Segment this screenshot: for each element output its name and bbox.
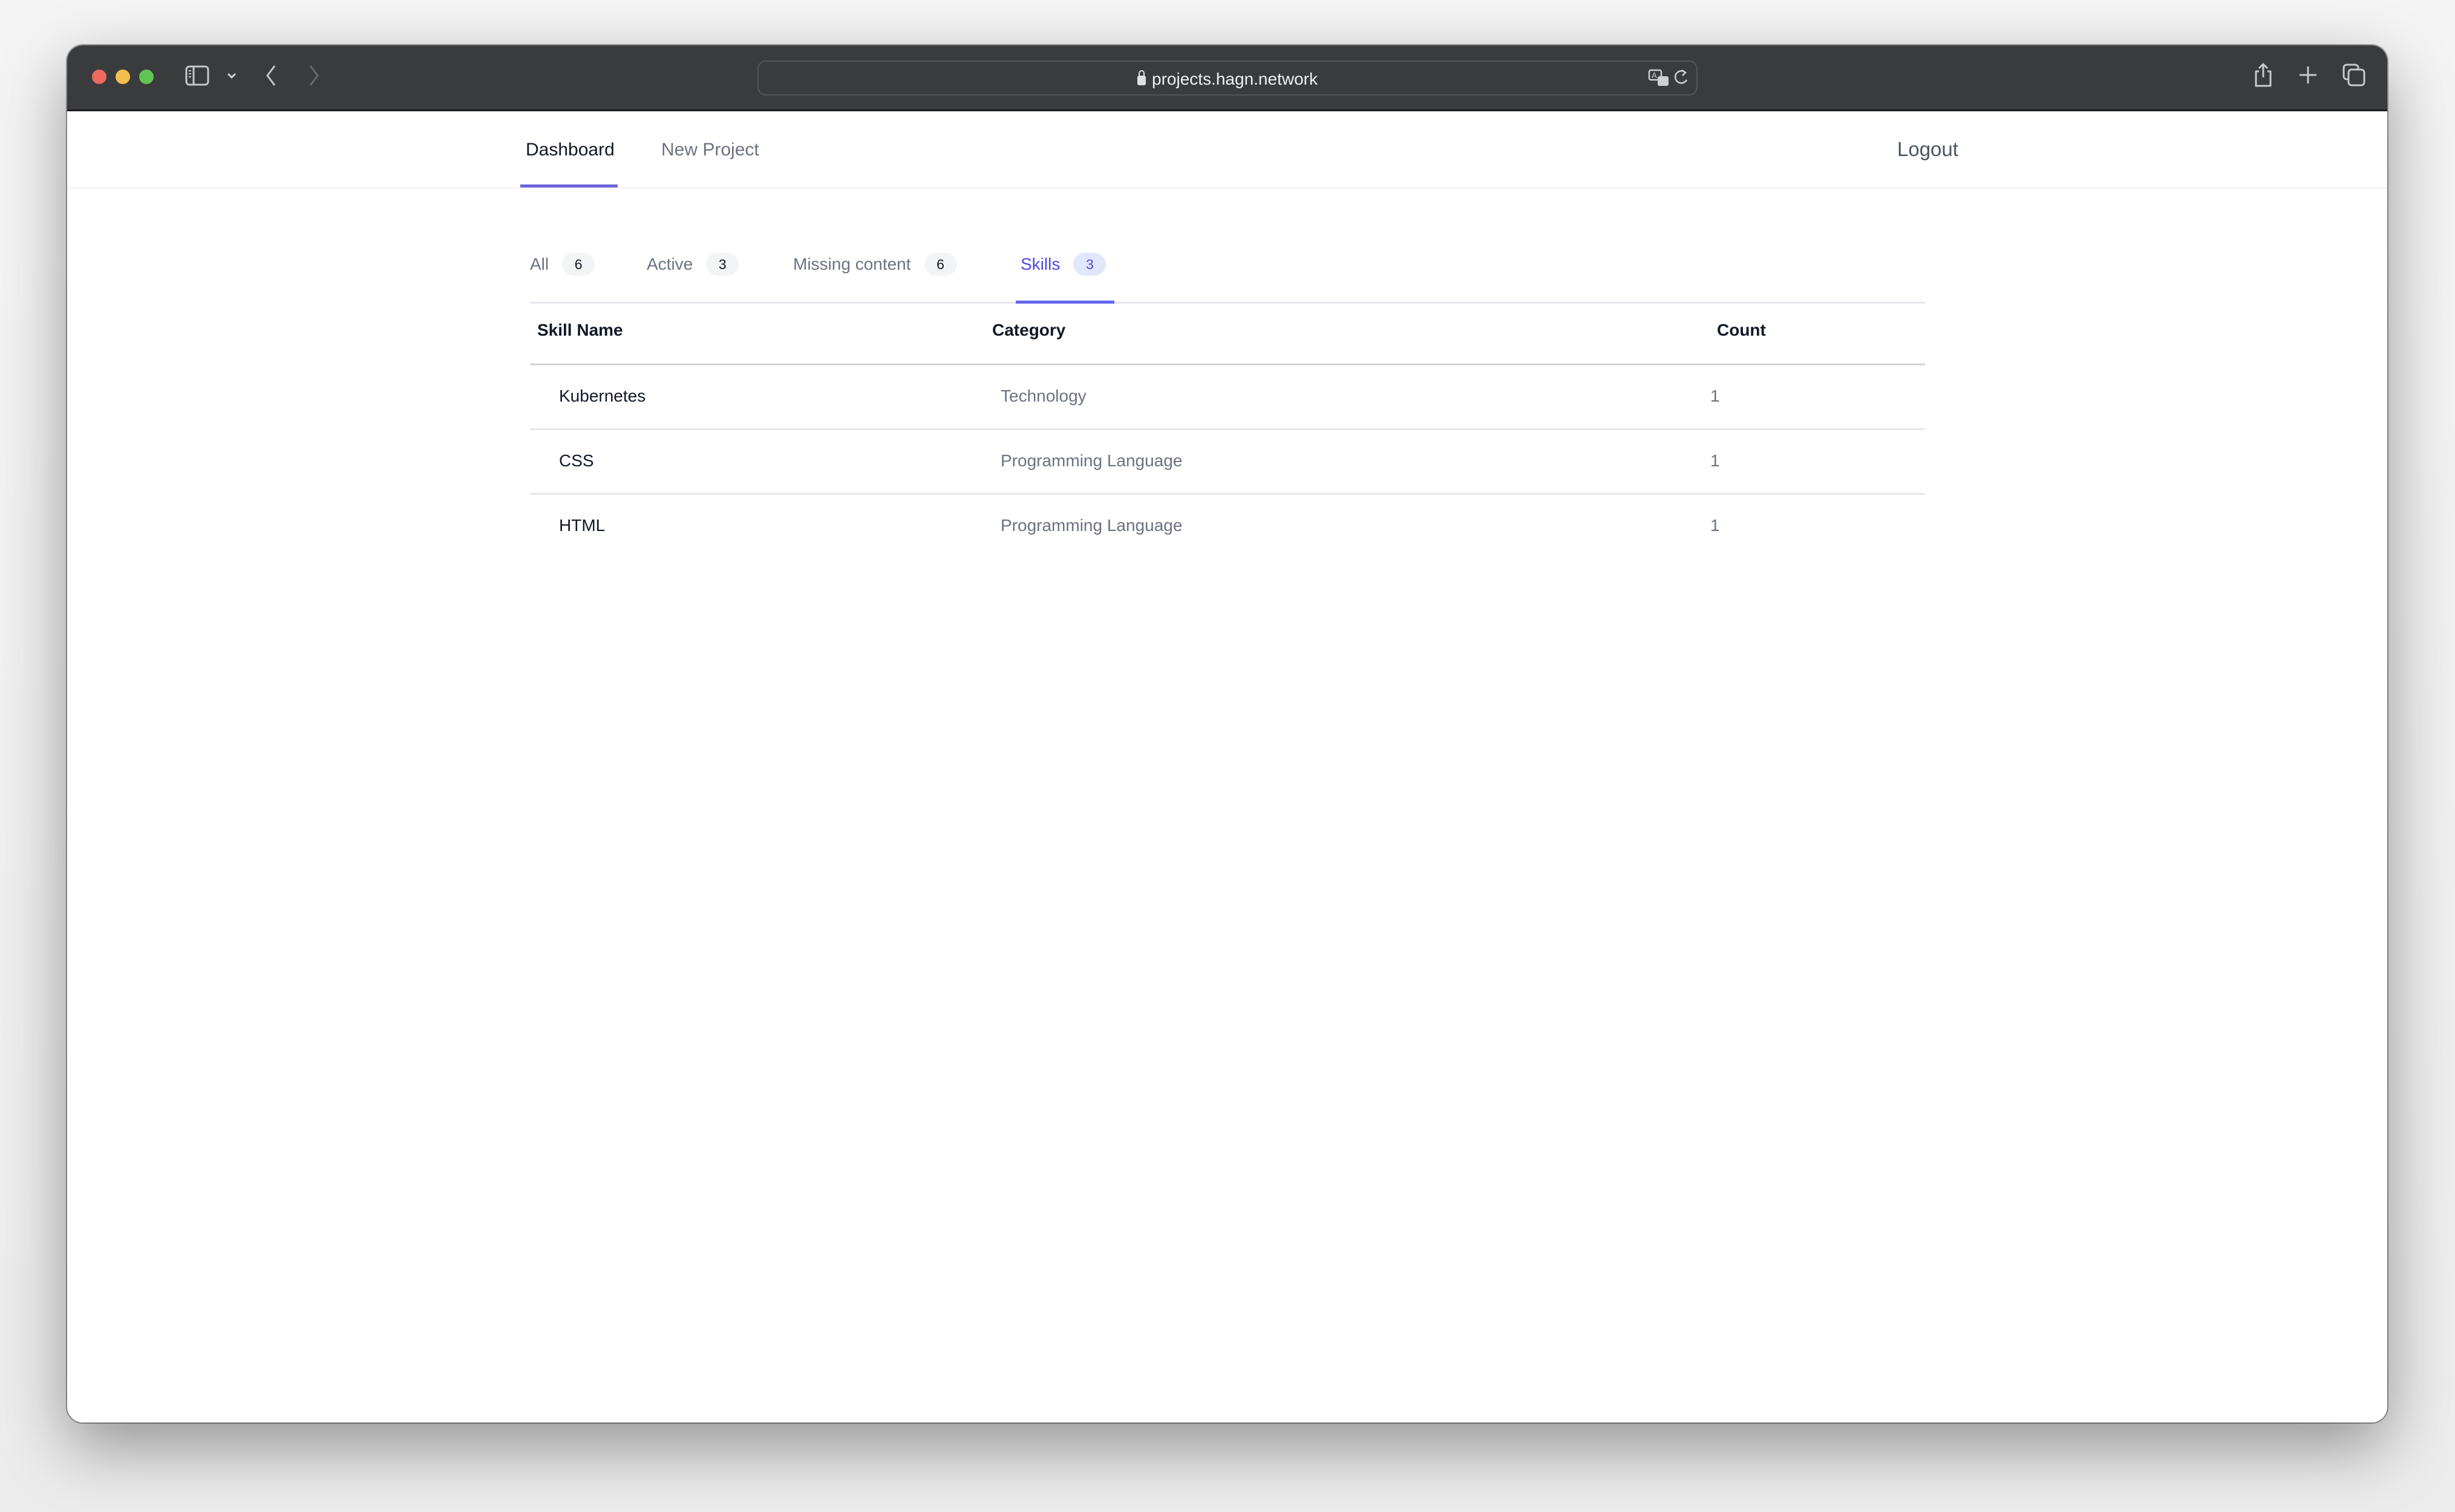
skill-count: 1: [1710, 516, 1720, 535]
count-badge: 3: [1073, 253, 1107, 276]
nav-active-indicator: [520, 184, 618, 187]
browser-titlebar: projects.hagn.network A: [67, 45, 2387, 111]
browser-window: projects.hagn.network A Dashboard New Pr…: [67, 45, 2387, 1422]
tab-label: All: [530, 255, 549, 273]
tab-label: Active: [647, 255, 693, 273]
maximize-window-button[interactable]: [139, 70, 154, 84]
table-row[interactable]: Kubernetes Technology 1: [530, 365, 1925, 430]
count-badge: 3: [706, 253, 739, 276]
address-bar[interactable]: projects.hagn.network A: [757, 60, 1698, 96]
page-content: Dashboard New Project Logout All 6 Activ…: [67, 111, 2387, 1422]
logout-button[interactable]: Logout: [1897, 138, 1958, 161]
tab-skills[interactable]: Skills 3: [1016, 241, 1114, 304]
forward-icon[interactable]: [307, 64, 321, 88]
tab-label: Missing content: [793, 255, 911, 273]
count-badge: 6: [924, 253, 957, 276]
filter-tabs: All 6 Active 3 Missing content 6 Skills …: [530, 241, 1925, 304]
skill-count: 1: [1710, 451, 1720, 470]
tab-all[interactable]: All 6: [530, 241, 595, 302]
share-icon[interactable]: [2252, 62, 2274, 88]
sidebar-icon[interactable]: [185, 65, 209, 86]
translate-icon[interactable]: A: [1648, 69, 1672, 88]
back-icon[interactable]: [264, 64, 278, 88]
new-tab-icon[interactable]: [2298, 65, 2318, 85]
column-header-skill-name[interactable]: Skill Name: [537, 321, 623, 340]
tab-active[interactable]: Active 3: [647, 241, 739, 302]
skill-category: Technology: [1001, 386, 1087, 405]
skill-count: 1: [1710, 386, 1720, 405]
close-window-button[interactable]: [92, 70, 106, 84]
column-header-count[interactable]: Count: [1717, 321, 1766, 340]
top-navbar: Dashboard New Project Logout: [67, 111, 2387, 189]
tab-missing-content[interactable]: Missing content 6: [793, 241, 957, 302]
skill-category: Programming Language: [1001, 451, 1183, 470]
table-row[interactable]: CSS Programming Language 1: [530, 430, 1925, 495]
tab-label: Skills: [1021, 255, 1061, 273]
chevron-down-icon[interactable]: [226, 71, 237, 80]
nav-link-dashboard[interactable]: Dashboard: [526, 140, 615, 160]
url-text: projects.hagn.network: [1152, 70, 1318, 88]
table-header: Skill Name Category Count: [530, 302, 1925, 365]
column-header-category[interactable]: Category: [992, 321, 1065, 340]
tabs-overview-icon[interactable]: [2342, 63, 2366, 87]
minimize-window-button[interactable]: [116, 70, 130, 84]
skill-name: CSS: [559, 451, 594, 470]
skill-category: Programming Language: [1001, 516, 1183, 535]
skills-table: Skill Name Category Count Kubernetes Tec…: [530, 302, 1925, 558]
table-row[interactable]: HTML Programming Language 1: [530, 495, 1925, 558]
svg-text:A: A: [1652, 71, 1657, 80]
nav-link-new-project[interactable]: New Project: [661, 140, 759, 160]
skill-name: Kubernetes: [559, 386, 646, 405]
lock-icon: [1137, 70, 1146, 85]
skill-name: HTML: [559, 516, 606, 535]
reload-icon[interactable]: [1673, 68, 1690, 88]
count-badge: 6: [562, 253, 595, 276]
